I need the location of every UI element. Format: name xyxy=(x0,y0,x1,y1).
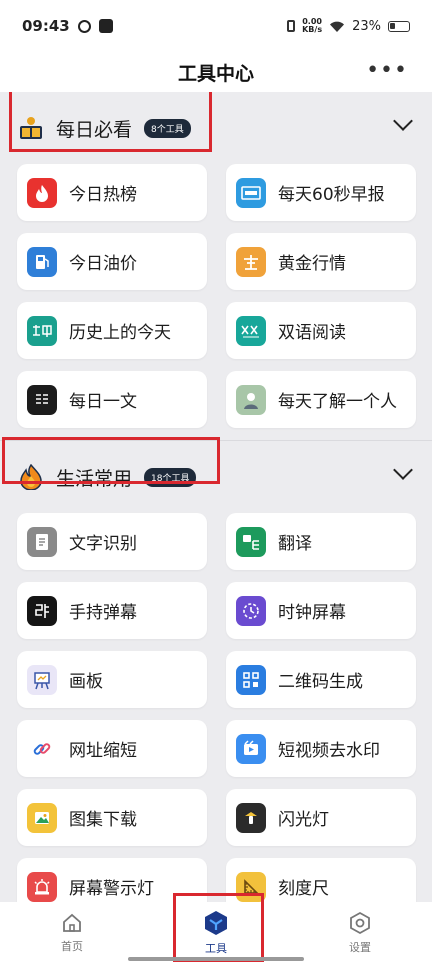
wifi-icon xyxy=(330,21,345,32)
status-time: 09:43 xyxy=(22,17,70,35)
chevron-down-icon[interactable] xyxy=(393,460,413,480)
netspeed: 0.00 KB/s xyxy=(302,18,322,34)
settings-icon xyxy=(350,911,370,935)
tool-label: 今日油价 xyxy=(69,254,137,274)
status-bar: 09:43 0.00 KB/s 23% xyxy=(0,0,432,52)
tool-label: 今日热榜 xyxy=(69,185,137,205)
tiktok-icon xyxy=(98,19,113,33)
tool-card-daily-article[interactable]: 每日一文 xyxy=(17,371,207,428)
tool-label: 翻译 xyxy=(278,534,312,554)
tool-card-url-shortener[interactable]: 网址缩短 xyxy=(17,720,207,777)
tool-card-history-today[interactable]: 历史上的今天 xyxy=(17,302,207,359)
tool-card-gallery-download[interactable]: 图集下载 xyxy=(17,789,207,846)
tool-label: 刻度尺 xyxy=(278,879,329,899)
highlight-box xyxy=(2,437,220,484)
video-icon xyxy=(236,733,266,764)
tool-card-handheld-danmaku[interactable]: 手持弹幕 xyxy=(17,582,207,639)
tool-label: 手持弹幕 xyxy=(69,603,137,623)
tool-label: 每天了解一个人 xyxy=(278,392,397,412)
tool-card-video-watermark[interactable]: 短视频去水印 xyxy=(226,720,416,777)
tool-label: 历史上的今天 xyxy=(69,323,171,343)
tool-label: 时钟屏幕 xyxy=(278,603,346,623)
tool-center-content[interactable]: 每日必看 8个工具 今日热榜 每天60秒早报 今日油价 黄金行情 历史上的今天 … xyxy=(0,92,432,902)
flame-icon xyxy=(27,177,57,208)
home-indicator xyxy=(128,957,304,961)
tool-label: 黄金行情 xyxy=(278,254,346,274)
article-icon xyxy=(27,384,57,415)
chevron-down-icon[interactable] xyxy=(393,111,413,131)
danmaku-icon xyxy=(27,595,57,626)
flashlight-icon xyxy=(236,802,266,833)
tool-card-qrcode[interactable]: 二维码生成 xyxy=(226,651,416,708)
tool-grid-life: 文字识别 翻译 手持弹幕 时钟屏幕 画板 二维码生成 网址缩短 短视频去水印 图… xyxy=(0,513,432,902)
tool-label: 每天60秒早报 xyxy=(278,185,385,205)
gold-icon xyxy=(236,246,266,277)
tool-label: 网址缩短 xyxy=(69,741,137,761)
nav-label: 设置 xyxy=(349,941,371,954)
tool-label: 文字识别 xyxy=(69,534,137,554)
highlight-box xyxy=(173,893,264,962)
clock-icon xyxy=(236,595,266,626)
status-left: 09:43 xyxy=(22,17,113,35)
gallery-icon xyxy=(27,802,57,833)
tool-card-gold[interactable]: 黄金行情 xyxy=(226,233,416,290)
status-right: 0.00 KB/s 23% xyxy=(287,18,410,34)
nav-home[interactable]: 首页 xyxy=(0,902,144,964)
nav-settings[interactable]: 设置 xyxy=(288,902,432,964)
tool-card-60s-news[interactable]: 每天60秒早报 xyxy=(226,164,416,221)
bilingual-icon xyxy=(236,315,266,346)
easel-icon xyxy=(27,664,57,695)
history-icon xyxy=(27,315,57,346)
tool-card-oil-price[interactable]: 今日油价 xyxy=(17,233,207,290)
tool-label: 图集下载 xyxy=(69,810,137,830)
news-icon xyxy=(236,177,266,208)
app-header: 工具中心 ••• xyxy=(0,52,432,92)
page-title: 工具中心 xyxy=(177,62,254,85)
more-options-button[interactable]: ••• xyxy=(366,58,408,83)
tool-label: 短视频去水印 xyxy=(278,741,380,761)
netspeed-unit: KB/s xyxy=(302,25,323,34)
vibrate-icon xyxy=(287,20,296,32)
home-icon xyxy=(63,913,81,932)
tool-label: 每日一文 xyxy=(69,392,137,412)
person-icon xyxy=(236,384,266,415)
tool-card-ocr[interactable]: 文字识别 xyxy=(17,513,207,570)
tool-card-drawing-board[interactable]: 画板 xyxy=(17,651,207,708)
tool-label: 闪光灯 xyxy=(278,810,329,830)
tool-label: 二维码生成 xyxy=(278,672,363,692)
tool-grid-daily: 今日热榜 每天60秒早报 今日油价 黄金行情 历史上的今天 双语阅读 每日一文 … xyxy=(0,164,432,428)
battery-percent: 23% xyxy=(352,18,381,34)
tool-label: 画板 xyxy=(69,672,103,692)
battery-icon xyxy=(388,20,410,32)
fuel-icon xyxy=(27,246,57,277)
tool-card-hot-list[interactable]: 今日热榜 xyxy=(17,164,207,221)
tool-card-person-daily[interactable]: 每天了解一个人 xyxy=(226,371,416,428)
qrcode-icon xyxy=(236,664,266,695)
tool-card-clock-screen[interactable]: 时钟屏幕 xyxy=(226,582,416,639)
tool-label: 双语阅读 xyxy=(278,323,346,343)
ocr-icon xyxy=(27,526,57,557)
link-icon xyxy=(27,733,57,764)
translate-icon xyxy=(236,526,266,557)
tool-card-translate[interactable]: 翻译 xyxy=(226,513,416,570)
sync-icon xyxy=(77,19,91,33)
highlight-box xyxy=(9,92,212,152)
tool-label: 屏幕警示灯 xyxy=(69,879,154,899)
tool-card-bilingual[interactable]: 双语阅读 xyxy=(226,302,416,359)
tool-card-flashlight[interactable]: 闪光灯 xyxy=(226,789,416,846)
nav-label: 首页 xyxy=(61,940,83,953)
alarm-icon xyxy=(27,871,57,902)
